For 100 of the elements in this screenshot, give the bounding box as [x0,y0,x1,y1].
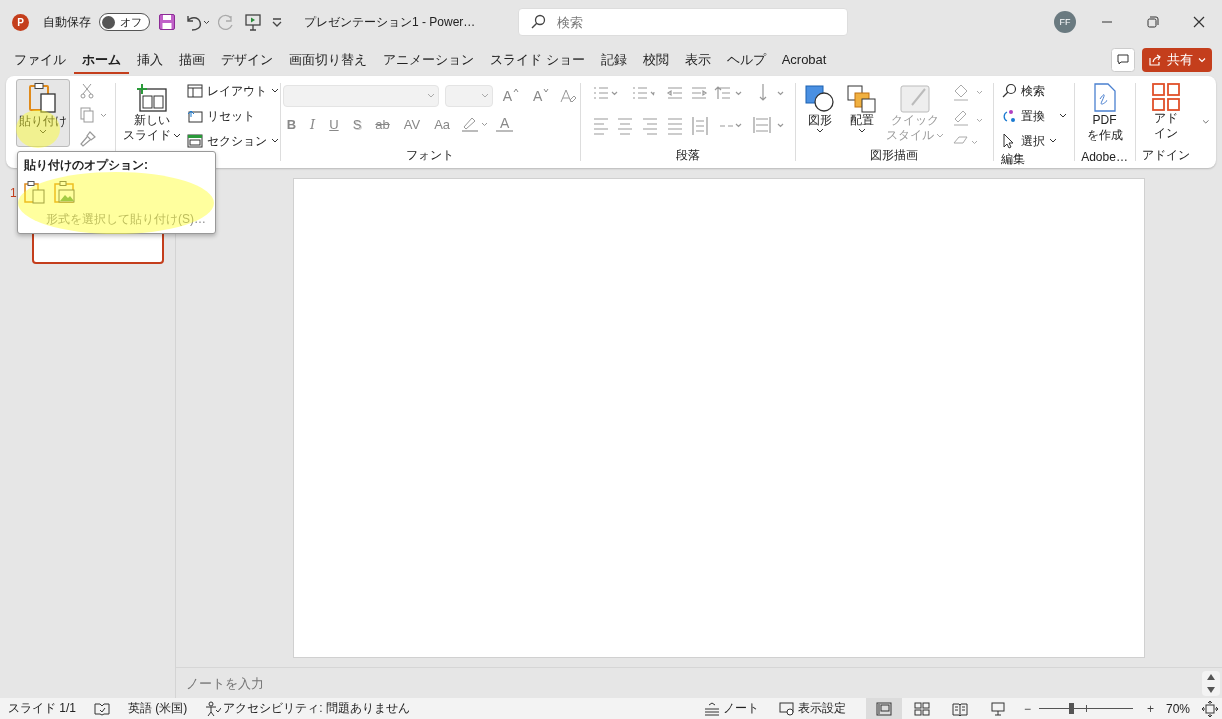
brush-icon[interactable] [80,131,96,147]
ribbon-tab[interactable]: 挿入 [129,46,171,74]
language-status[interactable]: 英語 (米国) [128,700,188,717]
display-settings-button[interactable]: 表示設定 [778,700,846,717]
grow-font-button[interactable]: A [498,88,524,104]
search-icon [530,14,546,30]
document-title: プレゼンテーション1 - Power… [304,13,476,31]
present-icon[interactable] [244,13,262,31]
book-check-icon[interactable] [94,701,110,716]
format-button[interactable]: U [325,116,343,132]
notes-icon [703,701,720,716]
group-label: 編集 [1000,151,1025,168]
ribbon-tab[interactable]: ファイル [6,46,74,74]
addins-button[interactable]: アド イン [1148,79,1185,141]
format-button[interactable]: ab [371,116,394,132]
format-button[interactable]: B [282,116,301,132]
section-button[interactable]: セクション [186,131,279,151]
clipboard-icon [28,82,58,114]
caret-icon [1048,138,1057,144]
layout-button[interactable]: レイアウト [186,81,279,101]
caret-icon [816,128,825,134]
reset-button[interactable]: リセット [186,106,279,126]
shrink-font-button[interactable]: A [529,88,554,104]
caret-icon [480,93,489,99]
caret-up-icon [513,88,520,93]
section-icon [186,134,203,148]
zoom-slider-thumb[interactable] [1068,703,1074,714]
accessibility-status[interactable]: アクセシビリティ: 問題ありません [223,700,410,717]
caret-icon [543,88,550,93]
group-label: フォント [406,147,455,164]
paste-keep-format-icon[interactable] [24,180,46,204]
format-button[interactable]: Aa [430,116,455,132]
book-icon [951,701,968,716]
select-button[interactable]: 選択 [1000,131,1067,151]
zoom-out-button[interactable]: − [1023,701,1031,716]
app-logo: P [12,13,29,31]
ribbon-tab[interactable]: スライド ショー [482,46,593,74]
caret-icon [1198,56,1206,64]
caret-icon [39,129,47,135]
chevron-down-icon[interactable] [1202,117,1210,127]
menu-title: 貼り付けのオプション: [24,157,149,174]
notes-field[interactable]: ノートを入力 [176,674,588,692]
caret-icon [858,128,867,134]
format-button[interactable]: AV [399,116,425,132]
user-avatar[interactable]: FF [1054,11,1076,33]
ribbon-tab[interactable]: デザイン [213,46,281,74]
ribbon-tab[interactable]: Acrobat [773,46,835,74]
share-icon [1148,53,1162,67]
create-pdf-button[interactable]: PDF を作成 [1086,79,1123,143]
undo-icon[interactable] [184,13,210,31]
copy-icon[interactable] [80,107,108,123]
ribbon-tab[interactable]: 描画 [171,46,213,74]
normal-view-button[interactable] [865,698,902,719]
format-button[interactable]: I [306,116,320,132]
group-label: 段落 [675,147,700,164]
format-button[interactable]: S [348,116,366,132]
ribbon-tab[interactable]: 表示 [676,46,719,74]
comments-icon[interactable] [1111,48,1135,72]
ribbon-tab[interactable]: アニメーション [375,46,482,74]
caret-icon [172,132,181,139]
reset-icon [186,109,203,123]
ribbon-tab[interactable]: 校閲 [634,46,677,74]
new-slide-button[interactable]: 新しい スライド [122,79,181,143]
caret-icon [270,138,279,144]
autosave-toggle[interactable]: オフ [99,13,150,31]
caret-icon [936,132,945,139]
search-field[interactable]: 検索 [518,8,848,36]
group-label: Adobe… [1081,150,1128,165]
share-button[interactable]: 共有 [1142,48,1212,72]
replace-button[interactable]: 置換 [1000,106,1067,126]
caret-icon [270,88,279,94]
arrange-button[interactable]: 配置 [844,81,881,147]
ribbon-tab[interactable]: 記録 [592,46,635,74]
caret-icon [1058,113,1067,119]
zoom-in-button[interactable]: + [1146,701,1154,716]
scroll-down-icon[interactable] [1206,685,1216,694]
slide-counter: スライド 1/1 [8,700,76,717]
scissors-icon[interactable] [80,83,94,99]
fit-to-window-icon[interactable] [1202,700,1218,717]
notes-button[interactable]: ノート [703,700,759,717]
zoom-slider[interactable] [1038,703,1133,714]
group-label: アドイン [1142,147,1191,164]
pdf-icon [1091,83,1118,113]
zoom-level[interactable]: 70% [1165,701,1190,716]
ribbon-tab[interactable]: ホーム [74,46,129,74]
ribbon-tab[interactable]: ヘルプ [718,46,774,74]
scroll-up-icon[interactable] [1206,672,1216,681]
layout-icon [186,84,203,98]
shapes-button[interactable]: 図形 [802,81,839,147]
clear-formatting-icon[interactable] [559,87,578,105]
caret-icon [426,93,435,99]
ribbon-tab[interactable]: 画面切り替え [281,46,375,74]
paste-picture-icon[interactable] [54,180,76,204]
grid-icon [1152,83,1181,111]
shapes-icon [805,85,836,113]
find-button[interactable]: 検索 [1000,81,1067,101]
accessibility-icon[interactable] [205,700,222,717]
customize-caret-icon[interactable] [270,15,284,29]
save-icon[interactable] [158,13,176,31]
font-color-button[interactable]: A [496,116,514,132]
